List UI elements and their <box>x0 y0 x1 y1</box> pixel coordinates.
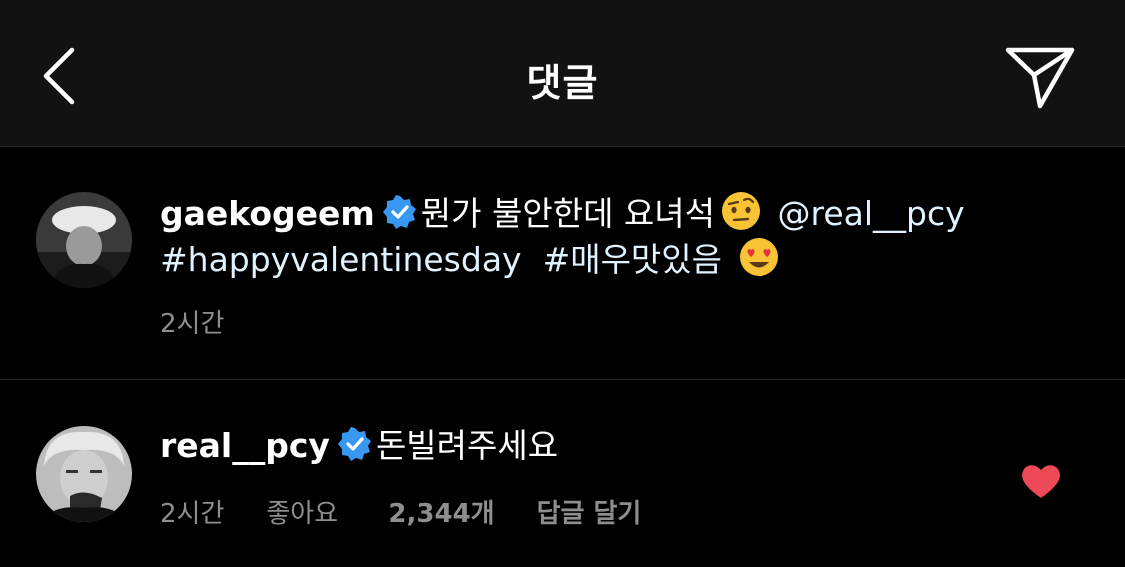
share-button[interactable] <box>1000 42 1080 112</box>
heart-eyes-emoji-icon <box>739 237 779 290</box>
caption-text: 뭔가 불안한데 요녀석 <box>420 194 716 233</box>
caption-avatar[interactable] <box>36 192 132 288</box>
caption-timestamp: 2시간 <box>160 309 225 339</box>
caption-line-2: #happyvalentinesday #매우맛있음 <box>160 236 785 290</box>
comment-likes[interactable]: 좋아요 2,344개 <box>266 499 494 529</box>
likes-label: 좋아요 <box>266 499 339 529</box>
header-bar: 댓글 <box>0 0 1125 147</box>
comment-text: 돈빌려주세요 <box>375 426 559 465</box>
verified-badge-icon <box>382 194 417 242</box>
likes-count: 2,344개 <box>388 499 495 529</box>
comment-avatar[interactable] <box>36 426 132 522</box>
hashtag-link[interactable]: #매우맛있음 <box>543 240 722 279</box>
caption-meta: 2시간 <box>160 303 266 340</box>
mention-link[interactable]: @real__pcy <box>778 194 965 233</box>
hashtag-link[interactable]: #happyvalentinesday <box>160 240 522 279</box>
caption-username[interactable]: gaekogeem <box>160 194 375 233</box>
comment-username[interactable]: real__pcy <box>160 426 330 465</box>
reply-button[interactable]: 답글 달기 <box>537 499 642 529</box>
comment-line: real__pcy 돈빌려주세요 <box>160 422 558 474</box>
paper-plane-icon <box>1005 47 1075 109</box>
like-button[interactable] <box>1020 462 1062 500</box>
heart-icon <box>1022 465 1060 498</box>
comment-timestamp: 2시간 <box>160 499 225 529</box>
page-title: 댓글 <box>526 61 599 105</box>
comment-meta: 2시간 좋아요 2,344개 답글 달기 <box>160 493 683 530</box>
divider <box>0 379 1125 380</box>
verified-badge-icon <box>337 426 372 474</box>
